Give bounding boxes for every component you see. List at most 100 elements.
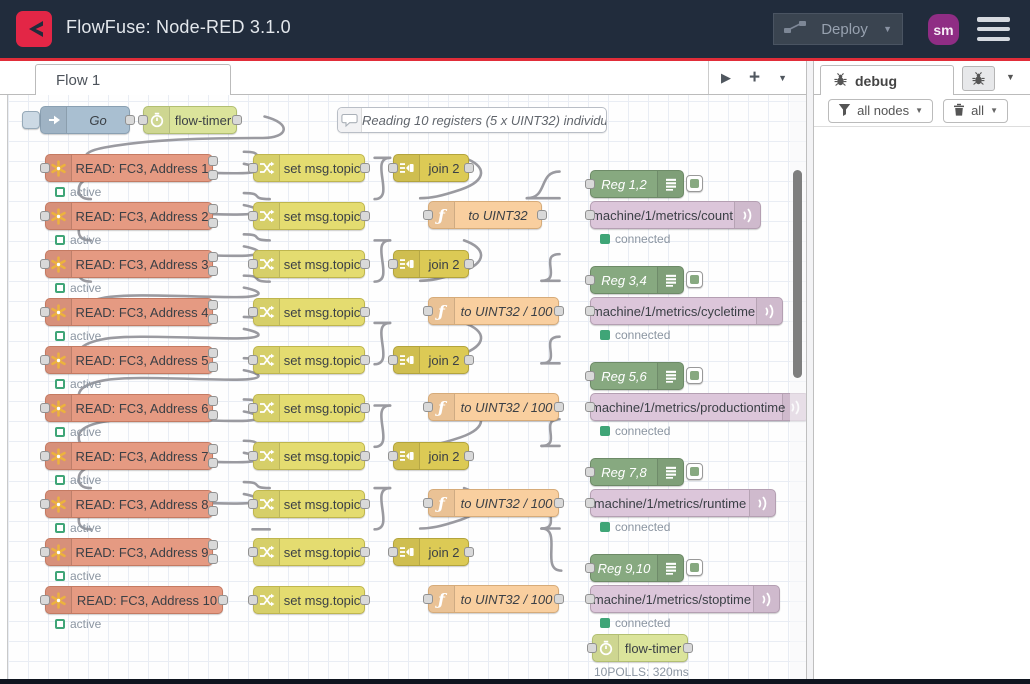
inject-button[interactable] [22,111,40,129]
node-read3[interactable]: READ: FC3, Address 3 [45,250,213,278]
output-port[interactable] [360,307,370,317]
input-port[interactable] [40,595,50,605]
node-set6[interactable]: set msg.topic [253,394,365,422]
input-port[interactable] [248,403,258,413]
output-port[interactable] [208,314,218,324]
input-port[interactable] [138,115,148,125]
node-reg1[interactable]: Reg 1,2 [590,170,684,198]
output-port[interactable] [683,643,693,653]
deploy-button[interactable]: Deploy ▼ [773,13,903,45]
output-port[interactable] [464,163,474,173]
debug-toggle-button[interactable] [686,367,703,384]
node-set10[interactable]: set msg.topic [253,586,365,614]
input-port[interactable] [585,275,595,285]
output-port[interactable] [360,403,370,413]
output-port[interactable] [208,218,218,228]
input-port[interactable] [585,371,595,381]
flow-canvas[interactable]: Goflow-timerReading 10 registers (5 x UI… [0,95,806,679]
output-port[interactable] [208,458,218,468]
output-port[interactable] [208,156,218,166]
output-port[interactable] [464,355,474,365]
output-port[interactable] [208,252,218,262]
input-port[interactable] [585,563,595,573]
debug-toggle-button[interactable] [686,175,703,192]
node-func2[interactable]: ƒto UINT32 / 100 [428,297,559,325]
output-port[interactable] [125,115,135,125]
node-join1[interactable]: join 2 [393,154,469,182]
output-port[interactable] [360,547,370,557]
input-port[interactable] [423,306,433,316]
node-func5[interactable]: ƒto UINT32 / 100 [428,585,559,613]
node-set7[interactable]: set msg.topic [253,442,365,470]
input-port[interactable] [388,163,398,173]
input-port[interactable] [40,163,50,173]
output-port[interactable] [218,595,228,605]
node-read2[interactable]: READ: FC3, Address 2 [45,202,213,230]
node-reg3[interactable]: Reg 5,6 [590,362,684,390]
input-port[interactable] [248,499,258,509]
output-port[interactable] [208,540,218,550]
output-port[interactable] [208,300,218,310]
node-mqtt4[interactable]: machine/1/metrics/runtime [590,489,776,517]
node-mqtt1[interactable]: machine/1/metrics/count [590,201,761,229]
input-port[interactable] [40,355,50,365]
output-port[interactable] [232,115,242,125]
output-port[interactable] [360,259,370,269]
input-port[interactable] [585,498,595,508]
node-set3[interactable]: set msg.topic [253,250,365,278]
input-port[interactable] [585,402,595,412]
input-port[interactable] [40,451,50,461]
input-port[interactable] [585,210,595,220]
node-join2[interactable]: join 2 [393,250,469,278]
main-menu-button[interactable] [977,17,1010,41]
node-join3[interactable]: join 2 [393,346,469,374]
input-port[interactable] [388,259,398,269]
node-read9[interactable]: READ: FC3, Address 9 [45,538,213,566]
flow-list-caret-icon[interactable]: ▼ [778,73,787,83]
debug-clear-button[interactable]: all ▼ [943,99,1008,123]
node-mqtt2[interactable]: machine/1/metrics/cycletime [590,297,783,325]
node-set8[interactable]: set msg.topic [253,490,365,518]
input-port[interactable] [248,451,258,461]
output-port[interactable] [360,211,370,221]
node-join5[interactable]: join 2 [393,538,469,566]
node-set9[interactable]: set msg.topic [253,538,365,566]
node-join4[interactable]: join 2 [393,442,469,470]
output-port[interactable] [208,204,218,214]
output-port[interactable] [360,163,370,173]
output-port[interactable] [360,595,370,605]
node-comment1[interactable]: Reading 10 registers (5 x UINT32) indivi… [337,107,607,133]
output-port[interactable] [360,499,370,509]
output-port[interactable] [360,451,370,461]
add-flow-button[interactable]: + [749,67,760,89]
node-set2[interactable]: set msg.topic [253,202,365,230]
node-set4[interactable]: set msg.topic [253,298,365,326]
output-port[interactable] [208,492,218,502]
debug-filter-button[interactable]: all nodes ▼ [828,99,933,123]
node-read6[interactable]: READ: FC3, Address 6 [45,394,213,422]
input-port[interactable] [388,451,398,461]
node-reg2[interactable]: Reg 3,4 [590,266,684,294]
output-port[interactable] [208,554,218,564]
input-port[interactable] [585,179,595,189]
output-port[interactable] [554,402,564,412]
input-port[interactable] [40,547,50,557]
input-port[interactable] [388,547,398,557]
input-port[interactable] [587,643,597,653]
node-func3[interactable]: ƒto UINT32 / 100 [428,393,559,421]
output-port[interactable] [208,362,218,372]
input-port[interactable] [40,499,50,509]
tab-flow-1[interactable]: Flow 1 [35,64,231,95]
debug-panel-button[interactable] [962,66,995,91]
node-reg5[interactable]: Reg 9,10 [590,554,684,582]
node-mqtt5[interactable]: machine/1/metrics/stoptime [590,585,780,613]
run-flow-button[interactable]: ▶ [721,70,731,86]
output-port[interactable] [464,259,474,269]
node-set5[interactable]: set msg.topic [253,346,365,374]
node-set1[interactable]: set msg.topic [253,154,365,182]
input-port[interactable] [40,307,50,317]
input-port[interactable] [40,259,50,269]
debug-toggle-button[interactable] [686,559,703,576]
node-read5[interactable]: READ: FC3, Address 5 [45,346,213,374]
output-port[interactable] [554,498,564,508]
